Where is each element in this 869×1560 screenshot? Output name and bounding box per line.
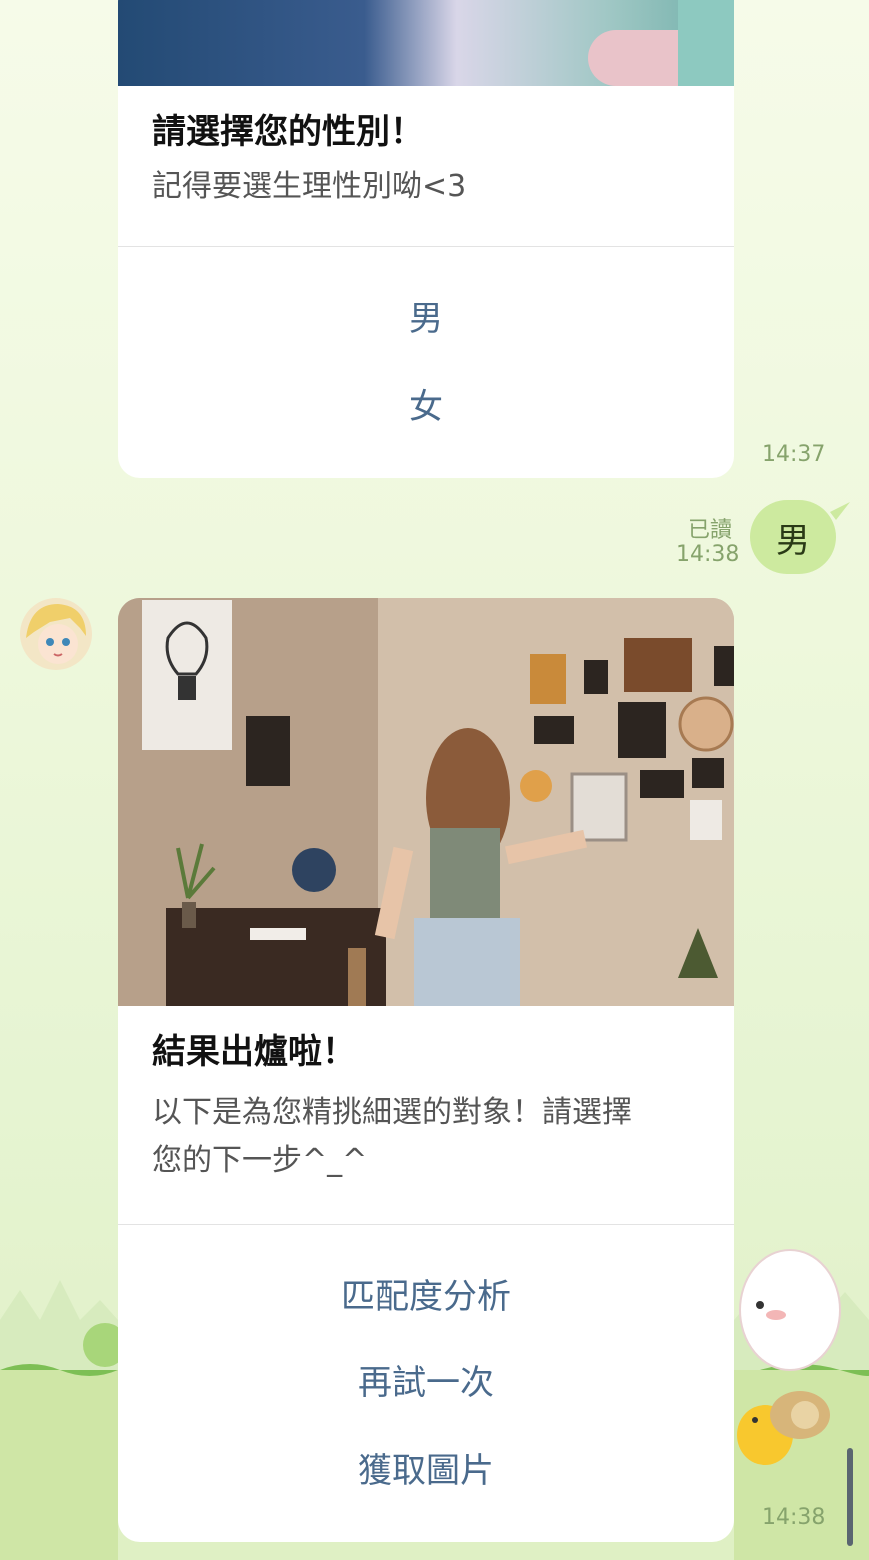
card-description-line2: 您的下一步^_^ bbox=[152, 1143, 368, 1178]
card-title: 請選擇您的性別！ bbox=[152, 112, 424, 152]
gender-question-card: 請選擇您的性別！ 記得要選生理性別呦<3 男 女 bbox=[118, 0, 734, 478]
bubble-tail bbox=[830, 502, 850, 520]
card-title: 結果出爐啦！ bbox=[152, 1032, 356, 1072]
card-hero-image bbox=[118, 0, 734, 86]
card-description-line1: 以下是為您精挑細選的對象！請選擇 bbox=[152, 1095, 632, 1130]
try-again-button[interactable]: 再試一次 bbox=[118, 1361, 734, 1405]
user-message-text: 男 bbox=[776, 520, 810, 561]
option-male-button[interactable]: 男 bbox=[118, 297, 734, 341]
bot-avatar[interactable] bbox=[20, 598, 92, 670]
option-female-button[interactable]: 女 bbox=[118, 385, 734, 429]
scrollbar[interactable] bbox=[847, 1448, 853, 1546]
user-message-bubble: 男 bbox=[750, 500, 836, 574]
result-card: 結果出爐啦！ 以下是為您精挑細選的對象！請選擇 您的下一步^_^ 匹配度分析 再… bbox=[118, 598, 734, 1542]
divider bbox=[118, 1224, 734, 1225]
get-picture-button[interactable]: 獲取圖片 bbox=[118, 1449, 734, 1493]
reply-time: 14:38 bbox=[676, 542, 740, 567]
card-description: 記得要選生理性別呦<3 bbox=[152, 169, 467, 204]
match-analysis-button[interactable]: 匹配度分析 bbox=[118, 1275, 734, 1319]
divider bbox=[118, 246, 734, 247]
result-photo bbox=[118, 598, 734, 1006]
message-time: 14:38 bbox=[762, 1505, 826, 1530]
read-status: 已讀 bbox=[688, 518, 733, 543]
anime-avatar-icon bbox=[20, 598, 92, 670]
message-time: 14:37 bbox=[762, 442, 826, 467]
